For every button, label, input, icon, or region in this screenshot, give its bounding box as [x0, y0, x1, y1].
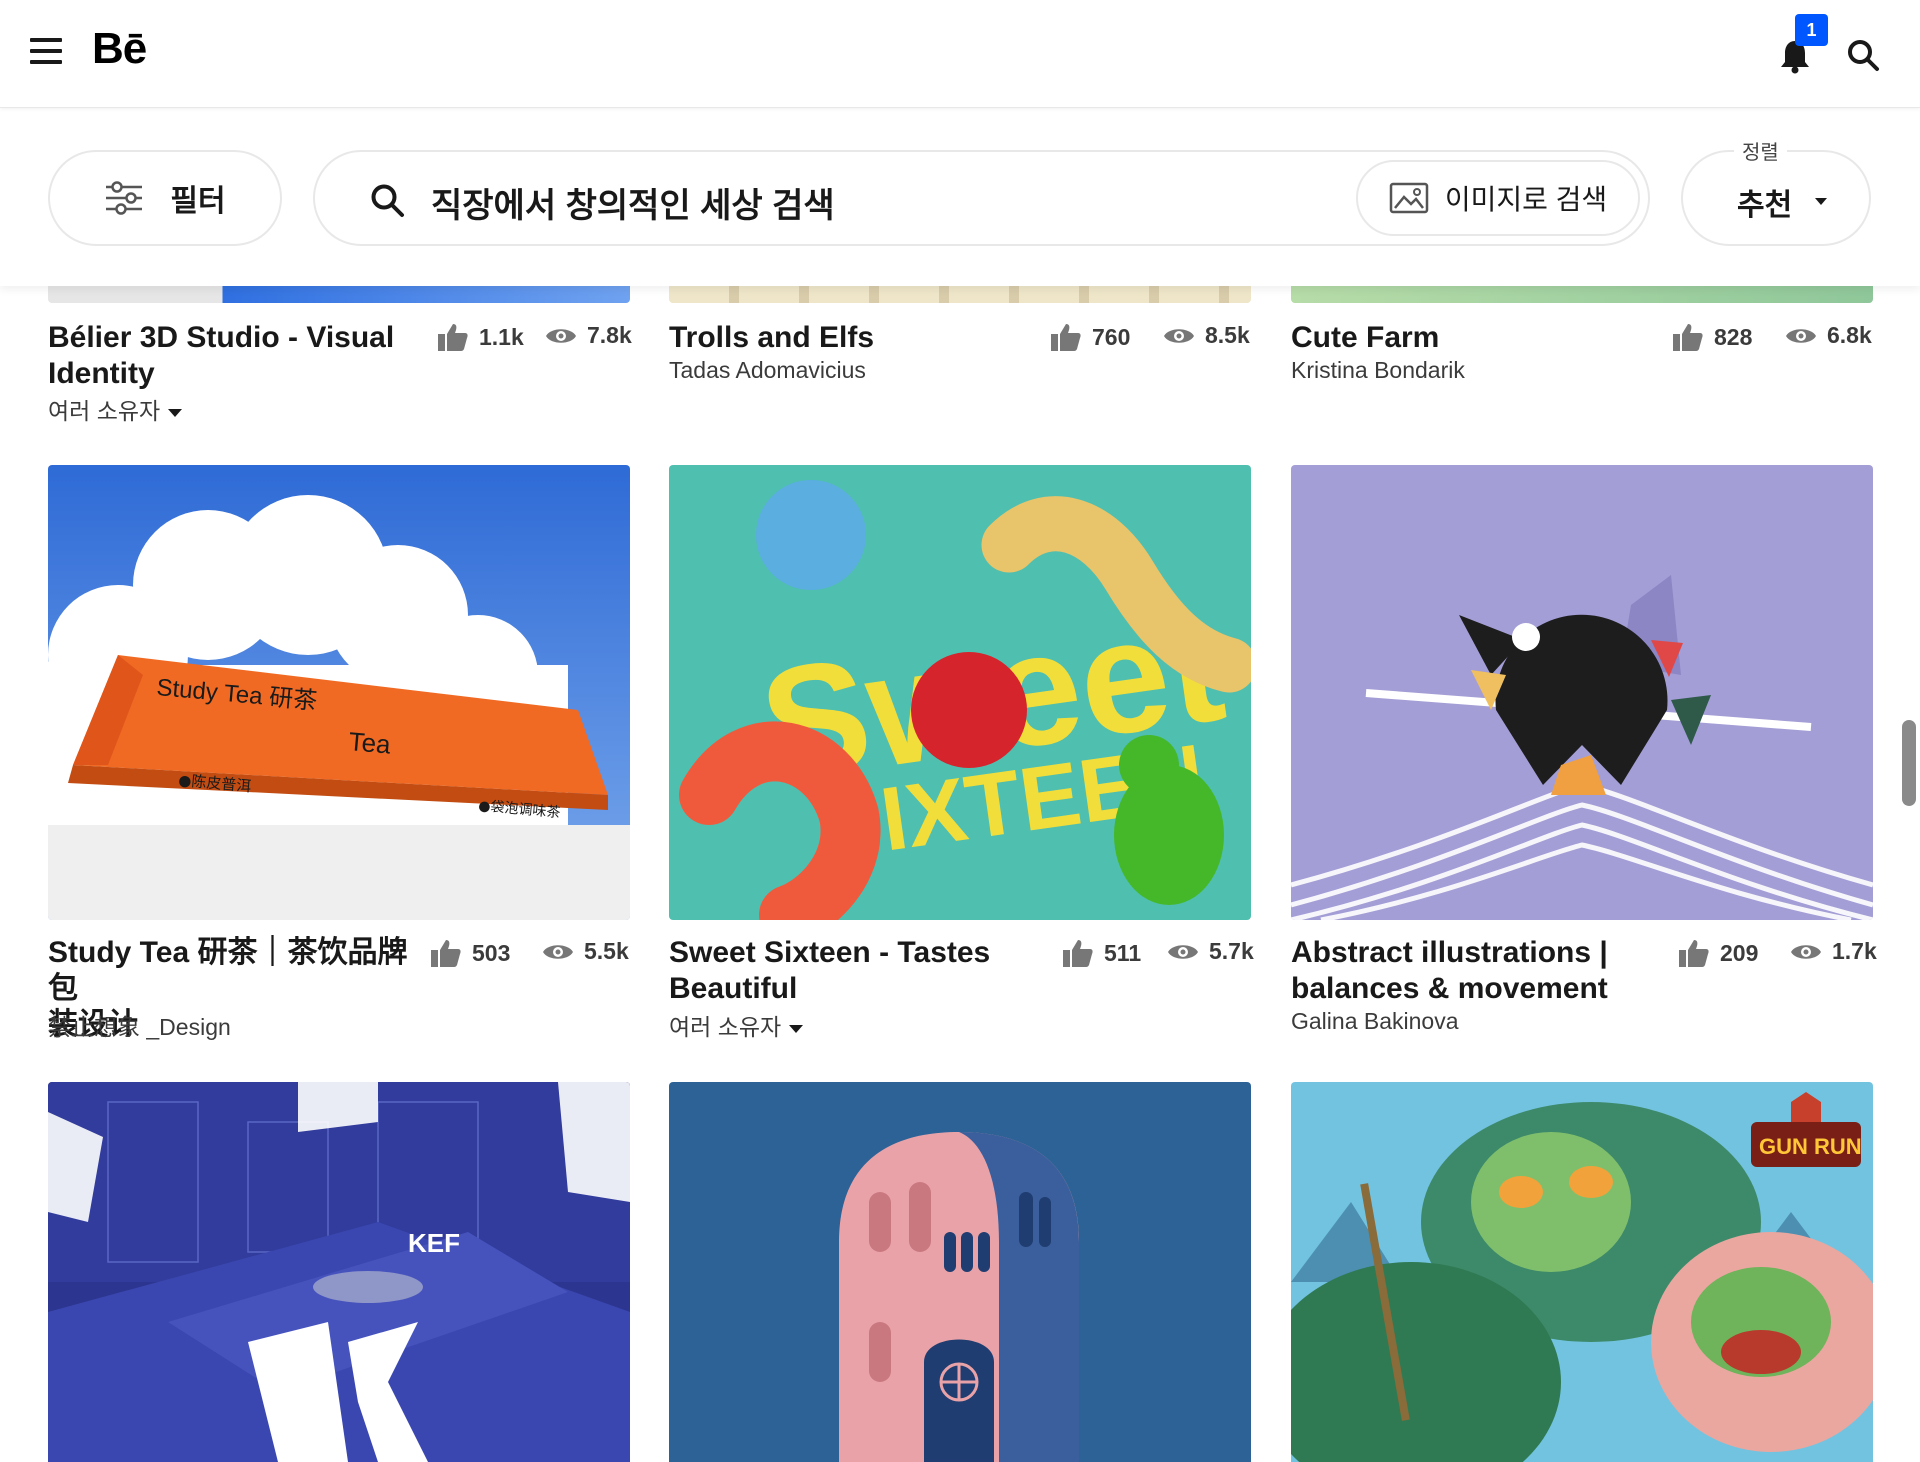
thumbs-up-icon [1679, 940, 1709, 967]
image-search-button[interactable]: 이미지로 검색 [1356, 160, 1640, 236]
search-placeholder: 직장에서 창의적인 세상 검색 [431, 187, 835, 225]
project-owner[interactable]: 禁止想象 _Design [48, 1008, 231, 1042]
project-owner[interactable]: Galina Bakinova [1291, 1008, 1459, 1035]
project-owner[interactable]: Tadas Adomavicius [669, 357, 866, 384]
project-thumbnail-abstract[interactable] [1291, 465, 1873, 920]
filter-label: 필터 [170, 185, 226, 218]
project-thumbnail-study-tea[interactable]: Study Tea 研茶 Tea ●陈皮普洱 ●袋泡调味茶 [48, 465, 630, 920]
chevron-down-icon [168, 408, 183, 417]
eye-icon [1791, 944, 1821, 959]
search-input[interactable]: 직장에서 창의적인 세상 검색 이미지로 검색 [313, 150, 1650, 246]
behance-logo[interactable]: Bē [92, 24, 147, 74]
box-word: Tea [347, 726, 392, 760]
project-title[interactable]: Cute Farm [1291, 320, 1651, 356]
project-title[interactable]: Sweet Sixteen - Tastes Beautiful [669, 935, 1049, 1007]
project-thumbnail[interactable] [48, 285, 630, 303]
project-thumbnail[interactable] [1291, 285, 1873, 303]
like-count: 828 [1672, 322, 1752, 352]
kef-brand: KEF [408, 1228, 460, 1258]
notification-badge: 1 [1795, 14, 1828, 46]
gun-run-logo: GUN RUN [1759, 1134, 1862, 1159]
eye-icon [1164, 328, 1194, 343]
sort-value: 추천 [1737, 189, 1793, 222]
thumbs-up-icon [1673, 324, 1703, 351]
view-count: 6.8k [1785, 322, 1872, 349]
project-title[interactable]: Abstract illustrations | balances & movem… [1291, 935, 1671, 1007]
image-icon [1389, 182, 1429, 214]
eye-icon [1168, 944, 1198, 959]
project-title[interactable]: Trolls and Elfs [669, 320, 1029, 356]
eye-icon [543, 944, 573, 959]
sort-caption: 정렬 [1734, 136, 1787, 165]
like-count: 760 [1050, 322, 1130, 352]
project-thumbnail-sweet-sixteen[interactable]: Sweet SIXTEEN [669, 465, 1251, 920]
project-title[interactable]: Bélier 3D Studio - Visual Identity [48, 320, 408, 392]
view-count: 7.8k [545, 322, 632, 349]
thumbs-up-icon [1051, 324, 1081, 351]
like-count: 503 [430, 938, 510, 968]
view-count: 5.7k [1167, 938, 1254, 965]
view-count: 1.7k [1790, 938, 1877, 965]
filter-bar: 필터 직장에서 창의적인 세상 검색 이미지로 검색 정렬 추천 [0, 108, 1920, 286]
sliders-icon [106, 181, 143, 215]
search-icon[interactable] [1846, 38, 1880, 72]
like-count: 209 [1678, 938, 1758, 968]
filter-button[interactable]: 필터 [48, 150, 282, 246]
project-thumbnail-tower[interactable] [669, 1082, 1251, 1462]
project-thumbnail-kef[interactable]: KEF [48, 1082, 630, 1462]
search-icon [371, 184, 404, 217]
project-owner[interactable]: 여러 소유자 [48, 392, 183, 426]
top-navigation: Bē 1 [0, 0, 1920, 108]
like-count: 1.1k [437, 322, 524, 352]
project-thumbnail-gun-run[interactable]: GUN RUN [1291, 1082, 1873, 1462]
project-owner[interactable]: 여러 소유자 [669, 1008, 804, 1042]
thumbs-up-icon [438, 324, 468, 351]
chevron-down-icon [789, 1024, 804, 1033]
view-count: 5.5k [542, 938, 629, 965]
thumbs-up-icon [431, 940, 461, 967]
project-thumbnail[interactable] [669, 285, 1251, 303]
like-count: 511 [1062, 938, 1141, 968]
eye-icon [546, 328, 576, 343]
image-search-label: 이미지로 검색 [1444, 184, 1608, 215]
view-count: 8.5k [1163, 322, 1250, 349]
eye-icon [1786, 328, 1816, 343]
scrollbar-thumb[interactable] [1902, 720, 1916, 806]
menu-icon[interactable] [30, 38, 62, 66]
project-owner[interactable]: Kristina Bondarik [1291, 357, 1465, 384]
thumbs-up-icon [1063, 940, 1093, 967]
chevron-down-icon [1815, 198, 1827, 205]
